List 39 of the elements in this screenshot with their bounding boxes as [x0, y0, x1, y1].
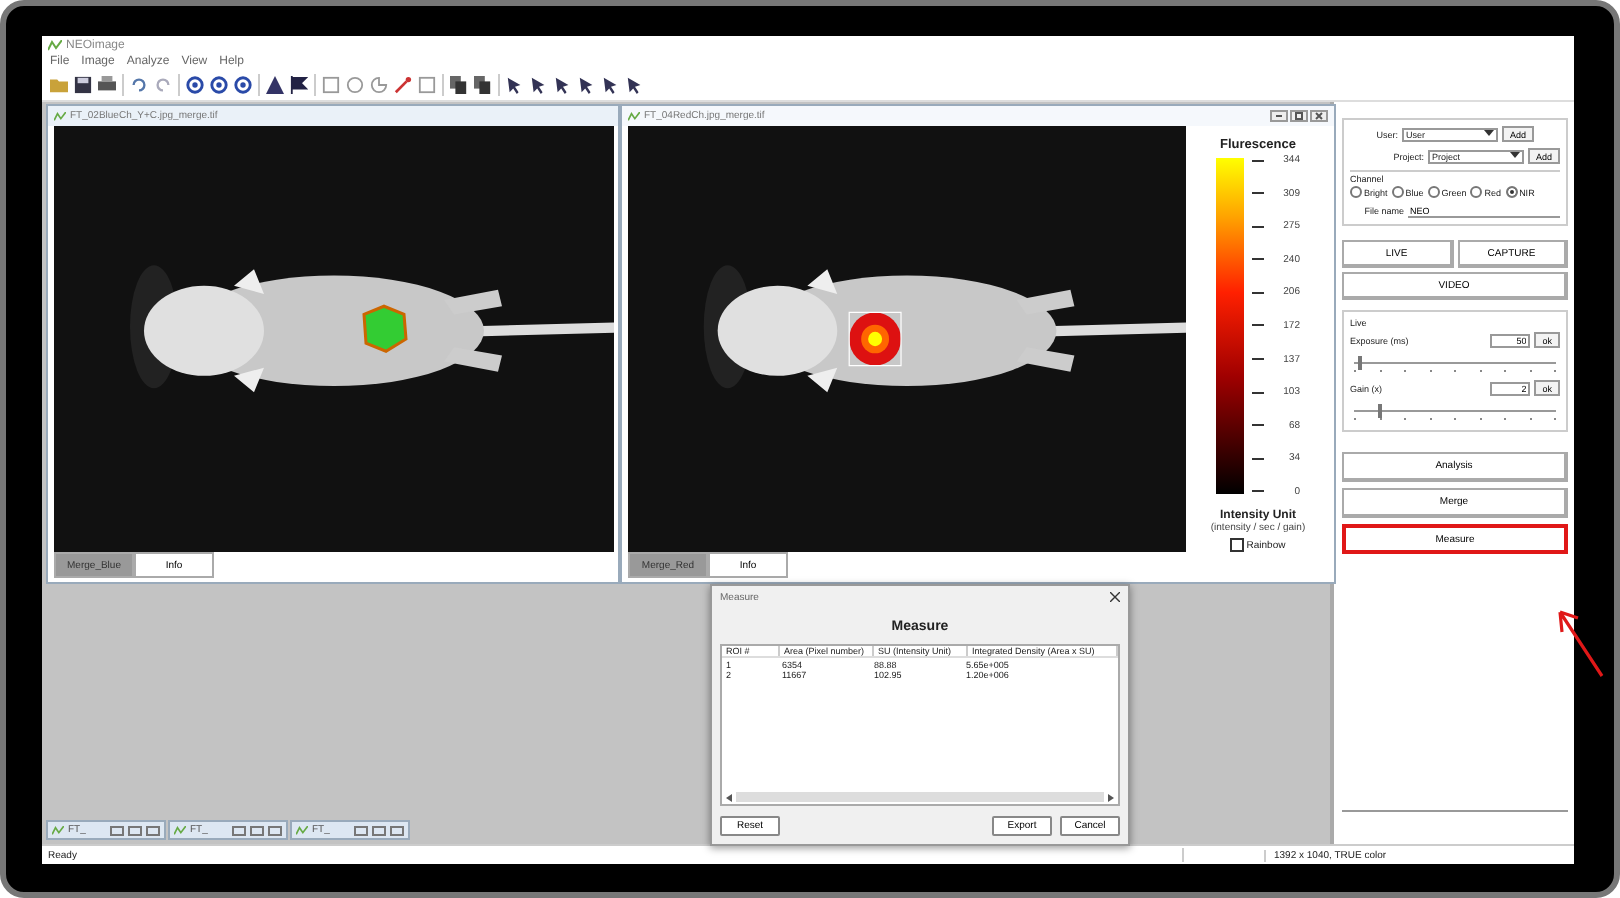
triangle-icon[interactable]	[266, 76, 284, 94]
app-icon	[296, 825, 308, 835]
radio-button[interactable]	[1391, 186, 1404, 198]
square-icon[interactable]	[418, 76, 436, 94]
maximize-icon[interactable]	[372, 825, 386, 835]
app-icon	[174, 825, 186, 835]
dropdown-arrow-icon[interactable]	[1484, 130, 1494, 138]
pie-icon[interactable]	[370, 76, 388, 94]
close-icon[interactable]	[1110, 592, 1120, 602]
wand-icon[interactable]	[394, 76, 412, 94]
rainbow-checkbox[interactable]	[1230, 538, 1245, 552]
maximize-icon[interactable]	[128, 825, 142, 835]
app-icon	[628, 111, 640, 121]
maximize-icon[interactable]	[250, 825, 264, 835]
scroll-right-icon[interactable]	[1108, 793, 1114, 801]
close-icon[interactable]	[1310, 110, 1328, 122]
dropdown-arrow-icon[interactable]	[1509, 152, 1520, 160]
restore-icon[interactable]	[110, 825, 124, 835]
restore-icon[interactable]	[232, 825, 246, 835]
minimize-icon[interactable]	[1270, 110, 1288, 122]
undo-icon[interactable]	[130, 76, 148, 94]
slider-thumb[interactable]	[1378, 404, 1383, 418]
radio-button[interactable]	[1470, 186, 1483, 198]
flag-icon[interactable]	[290, 76, 308, 94]
app-icon	[54, 111, 66, 121]
circle-icon[interactable]	[346, 76, 364, 94]
slider-thumb[interactable]	[1358, 356, 1363, 370]
scroll-left-icon[interactable]	[726, 793, 732, 801]
radio-button[interactable]	[1505, 186, 1518, 198]
radio-button[interactable]	[1350, 186, 1362, 198]
annotation-arrow	[1554, 606, 1606, 678]
radio-button[interactable]	[1427, 186, 1440, 198]
horizontal-scrollbar[interactable]	[722, 790, 1118, 804]
app-icon	[48, 39, 62, 51]
maximize-icon[interactable]	[1290, 110, 1308, 122]
square-icon[interactable]	[322, 76, 340, 94]
app-icon	[52, 825, 64, 835]
restore-icon[interactable]	[354, 825, 368, 835]
printer-icon[interactable]	[98, 76, 116, 94]
